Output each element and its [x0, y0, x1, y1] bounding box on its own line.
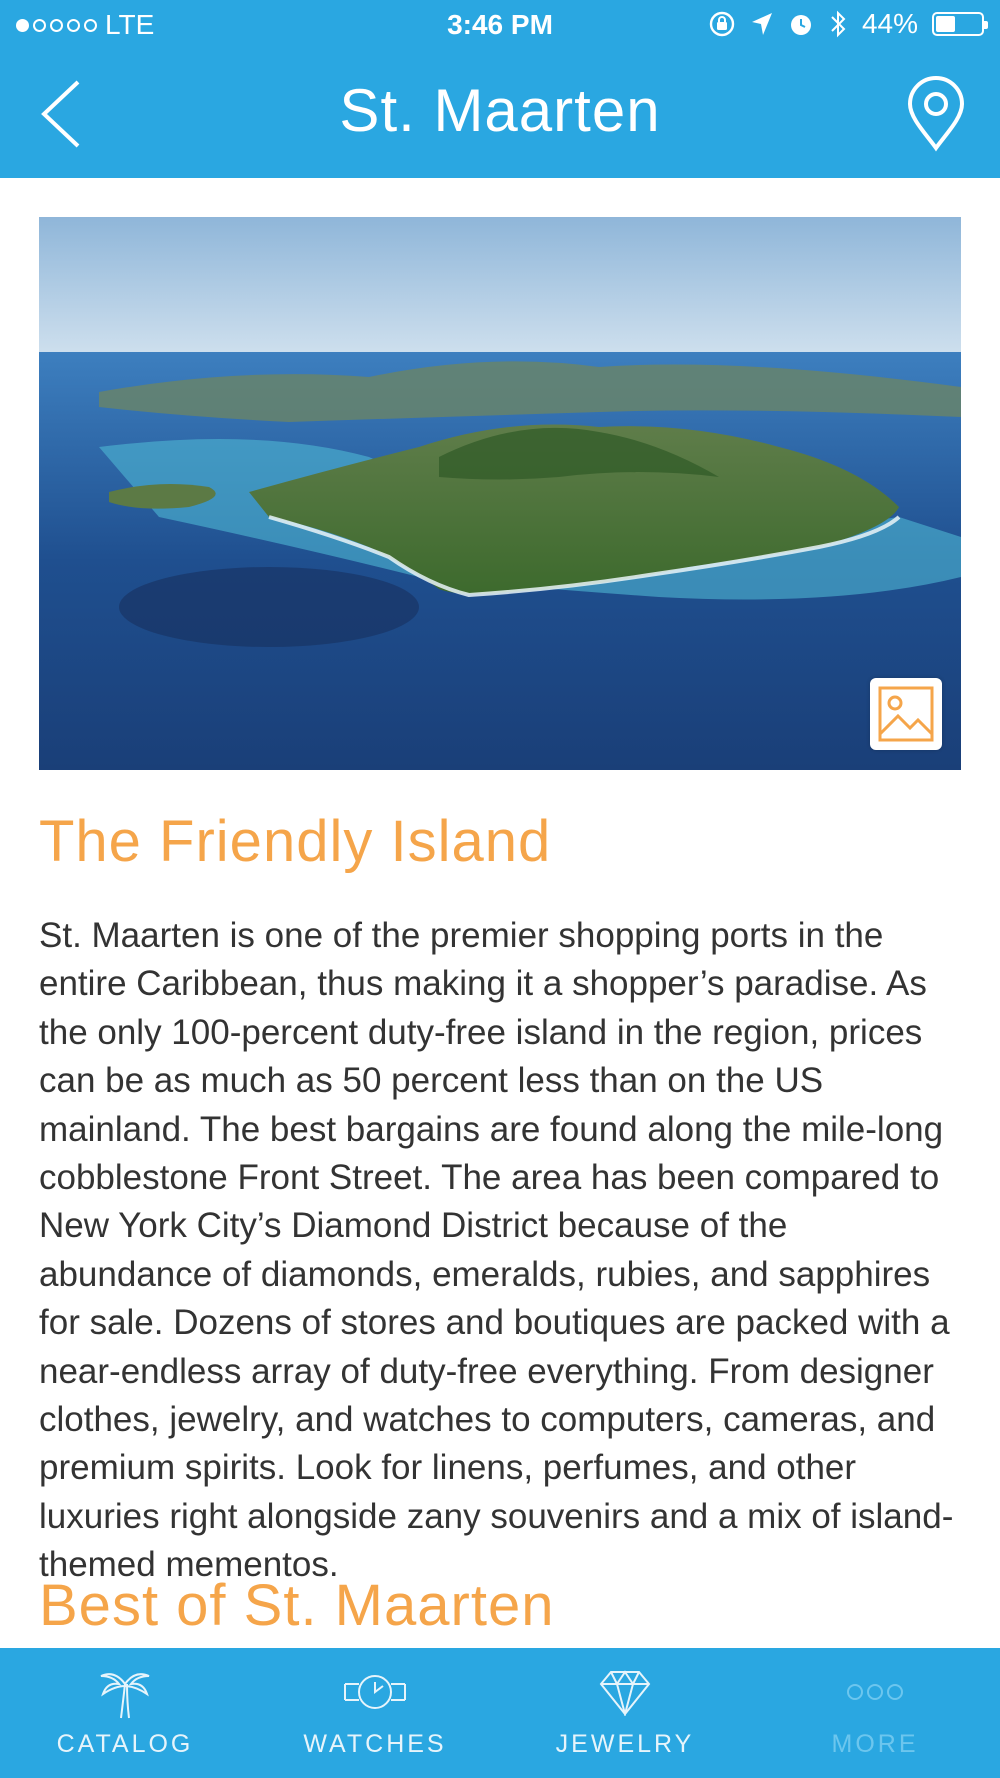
tab-more[interactable]: MORE	[750, 1648, 1000, 1778]
more-dots-icon	[847, 1684, 903, 1700]
section-heading-best-of: Best of St. Maarten	[39, 1573, 555, 1638]
location-button[interactable]	[904, 76, 968, 152]
tab-watches[interactable]: WATCHES	[250, 1648, 500, 1778]
battery-icon	[932, 12, 988, 36]
status-icons: 44%	[708, 8, 988, 40]
status-bar: LTE 3:46 PM 44%	[0, 0, 1000, 50]
alarm-icon	[790, 15, 811, 35]
page-title: St. Maarten	[339, 77, 661, 144]
section-heading-friendly-island: The Friendly Island	[39, 809, 552, 874]
location-arrow-icon	[751, 13, 772, 35]
image-gallery-icon	[878, 686, 934, 742]
tab-label: JEWELRY	[555, 1730, 695, 1758]
section-body-text: St. Maarten is one of the premier shoppi…	[39, 916, 954, 1585]
diamond-icon	[599, 1670, 651, 1716]
tab-jewelry[interactable]: JEWELRY	[500, 1648, 750, 1778]
palm-tree-icon	[100, 1673, 150, 1719]
island-aerial-photo	[39, 217, 961, 770]
hero-image[interactable]	[39, 217, 961, 770]
tab-catalog[interactable]: CATALOG	[0, 1648, 250, 1778]
gallery-button[interactable]	[870, 678, 942, 750]
tab-bar: CATALOG WATCHES JEWELRY MORE	[0, 1648, 1000, 1778]
tab-label: WATCHES	[303, 1730, 447, 1758]
rotation-lock-icon	[709, 11, 735, 37]
battery-percent: 44%	[861, 8, 918, 39]
navigation-bar: St. Maarten	[0, 50, 1000, 178]
tab-label: CATALOG	[56, 1730, 194, 1758]
tab-label: MORE	[831, 1730, 919, 1758]
bluetooth-icon	[831, 10, 846, 38]
watch-icon	[344, 1675, 406, 1709]
map-pin-icon	[907, 76, 965, 152]
